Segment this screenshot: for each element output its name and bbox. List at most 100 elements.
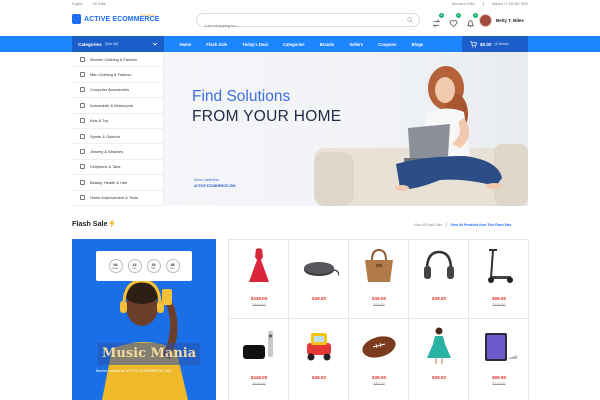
category-icon xyxy=(80,133,85,139)
page: English US Dollar Become a Seller Helpli… xyxy=(0,0,600,400)
category-label: Beauty, Health & Hair xyxy=(90,179,128,185)
avatar xyxy=(479,14,492,27)
tv-box-icon xyxy=(243,331,273,359)
category-item[interactable]: Cellphone & Tabs xyxy=(72,160,163,176)
countdown-minutes: 19 Min xyxy=(146,259,161,273)
nav-link-home[interactable]: Home xyxy=(172,42,199,47)
chevron-down-icon xyxy=(152,42,158,46)
product-price: $39.00 xyxy=(371,375,387,380)
compare-icon[interactable]: 0 xyxy=(432,13,444,28)
category-label: Automobile & Motorcycle xyxy=(90,102,134,108)
wireless-charger-icon xyxy=(304,262,339,277)
headphones-icon xyxy=(424,250,454,279)
notification-bell-icon[interactable]: 0 xyxy=(466,13,478,28)
product-price: $49.00 xyxy=(311,375,327,380)
product-card[interactable]: $39.00 xyxy=(409,319,469,400)
product-old-price: $499.00 xyxy=(252,303,266,307)
tablet-icon xyxy=(485,333,517,361)
product-card[interactable]: $99.00 $119.00 xyxy=(469,240,529,319)
main-nav: Categories (See All) Home Flash Sale Tod… xyxy=(0,36,600,52)
product-card[interactable]: $449.00 $499.00 xyxy=(229,319,289,400)
countdown-unit: Days xyxy=(112,266,119,270)
category-label: Women Clothing & Fashion xyxy=(90,56,138,62)
product-price: $39.00 xyxy=(431,375,447,380)
currency-select[interactable]: US Dollar xyxy=(92,2,106,6)
nav-link-blogs[interactable]: Blogs xyxy=(404,42,431,47)
cart-button[interactable]: $0.00 (0 Items) xyxy=(462,36,528,52)
category-icon xyxy=(80,56,85,62)
categories-dropdown[interactable]: Categories (See All) xyxy=(72,36,164,52)
cart-icon xyxy=(470,40,477,48)
nav-link-categories[interactable]: Categories xyxy=(275,42,312,47)
category-list: Women Clothing & Fashion Men Clothing & … xyxy=(72,52,164,206)
become-seller-link[interactable]: Become a Seller xyxy=(452,2,475,6)
header: ACTIVE ECOMMERCE Multi-Vendor 0 0 0 xyxy=(0,8,600,36)
product-price: $99.00 xyxy=(491,296,507,301)
countdown-unit: Sec xyxy=(170,266,175,270)
divider xyxy=(483,1,484,6)
nav-link-todays-deal[interactable]: Today's Deal xyxy=(235,42,276,47)
nav-link-coupons[interactable]: Coupons xyxy=(371,42,404,47)
countdown-unit: Min xyxy=(151,266,156,270)
flash-sale-promo-banner[interactable]: 04 Days 14 Hrs 19 Min 48 Sec Music Mania Ban… xyxy=(72,239,216,400)
countdown-timer: 04 Days 14 Hrs 19 Min 48 Sec xyxy=(96,251,192,281)
fashion-model-icon xyxy=(427,327,451,364)
product-price: $49.00 xyxy=(311,296,327,301)
category-icon xyxy=(80,102,85,108)
lightning-icon xyxy=(108,219,115,228)
category-item[interactable]: Sports & Outdoor xyxy=(72,129,163,145)
search-input[interactable] xyxy=(197,19,397,32)
view-flash-sale-products-link[interactable]: View All Products from This Flash Sale xyxy=(450,223,511,227)
product-old-price: $119.00 xyxy=(492,303,506,307)
hero-caption: Demo Content for xyxy=(194,178,220,182)
search-icon[interactable] xyxy=(407,17,413,23)
product-card[interactable]: $39.00 $49.00 xyxy=(349,240,409,319)
category-icon xyxy=(80,164,85,170)
nav-link-sellers[interactable]: Sellers xyxy=(342,42,371,47)
category-icon xyxy=(80,179,85,185)
hero-headline: Find Solutions xyxy=(192,88,291,105)
category-item[interactable]: Computer Accessories xyxy=(72,83,163,99)
flash-sale-title: Flash Sale xyxy=(72,219,115,228)
product-card[interactable]: $49.00 xyxy=(289,240,349,319)
category-item[interactable]: Women Clothing & Fashion xyxy=(72,52,163,68)
category-item[interactable]: Jewelry & Watches xyxy=(72,144,163,160)
category-label: Kids & Toy xyxy=(90,118,109,124)
wishlist-heart-icon[interactable]: 0 xyxy=(449,13,461,28)
football-icon xyxy=(362,336,396,358)
product-old-price: $49.00 xyxy=(373,382,385,386)
category-item[interactable]: Automobile & Motorcycle xyxy=(72,98,163,114)
product-old-price: $119.00 xyxy=(492,382,506,386)
hero-banner[interactable]: Find Solutions FROM YOUR HOME Demo Conte… xyxy=(164,52,528,206)
category-item[interactable]: Home Improvement & Tools xyxy=(72,191,163,206)
nav-link-brands[interactable]: Brands xyxy=(312,42,342,47)
product-old-price: $49.00 xyxy=(373,303,385,307)
logo-subtitle: Multi-Vendor xyxy=(140,13,156,17)
product-price: $39.00 xyxy=(371,296,387,301)
view-all-flash-sale-link[interactable]: View All Flash Sale xyxy=(414,223,442,227)
scooter-icon xyxy=(488,249,513,283)
language-select[interactable]: English xyxy=(72,2,82,6)
product-card[interactable]: $49.00 xyxy=(289,319,349,400)
category-item[interactable]: Kids & Toy xyxy=(72,114,163,129)
user-menu[interactable]: Betty T. Miles xyxy=(479,14,524,27)
wishlist-count-badge: 0 xyxy=(456,13,461,18)
category-label: Home Improvement & Tools xyxy=(90,195,138,201)
promo-title: Music Mania xyxy=(98,343,201,365)
category-item[interactable]: Men Clothing & Fashion xyxy=(72,67,163,83)
product-card[interactable]: $99.00 $119.00 xyxy=(469,319,529,400)
cart-items: (0 Items) xyxy=(494,42,509,46)
product-card[interactable]: $39.00 $49.00 xyxy=(349,319,409,400)
top-bar: English US Dollar Become a Seller Helpli… xyxy=(0,0,600,8)
countdown-seconds: 48 Sec xyxy=(165,259,180,273)
nav-link-flash-sale[interactable]: Flash Sale xyxy=(199,42,235,47)
product-card[interactable]: $39.00 xyxy=(409,240,469,319)
product-card[interactable]: $449.00 $499.00 xyxy=(229,240,289,319)
countdown-days: 04 Days xyxy=(108,259,123,273)
hero-subheadline: FROM YOUR HOME xyxy=(192,108,342,125)
category-label: Computer Accessories xyxy=(90,87,129,93)
toy-car-icon xyxy=(307,333,331,361)
dress-icon xyxy=(249,248,269,282)
category-item[interactable]: Beauty, Health & Hair xyxy=(72,175,163,191)
flash-sale-product-grid: $449.00 $499.00 $49.00 $39.00 $49.00 $39… xyxy=(228,239,529,400)
